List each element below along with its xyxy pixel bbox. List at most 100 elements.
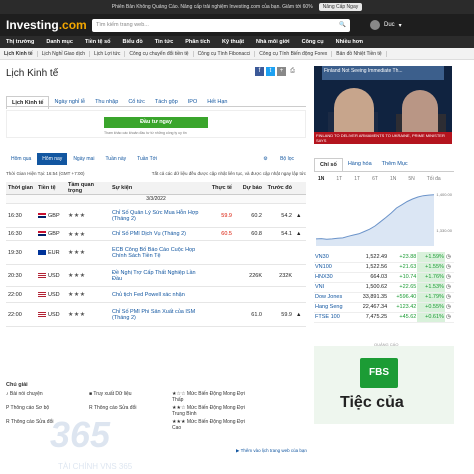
market-name[interactable]: VN100 bbox=[314, 262, 354, 273]
tab-earnings[interactable]: Thu nhập bbox=[90, 96, 123, 109]
video-player[interactable]: Finland Not Seeing Immediate Th... FINLA… bbox=[314, 66, 452, 144]
current-time[interactable]: Thời Gian Hiện Tại: 16:54 (GMT +7:00) bbox=[6, 171, 84, 176]
range-option[interactable]: 1T bbox=[354, 176, 360, 182]
market-row[interactable]: Dow Jones 33,891.35 +596.40 +1.79% ◷ bbox=[314, 292, 454, 303]
timezone-bar: Thời Gian Hiện Tại: 16:54 (GMT +7:00) Tấ… bbox=[6, 171, 306, 176]
subnav-item[interactable]: Công cụ chuyển đổi tiền tệ bbox=[125, 50, 194, 57]
table-row[interactable]: 20:30 USD ★★★ Đề Nghị Trợ Cấp Thất Nghiệ… bbox=[6, 264, 306, 287]
event-name[interactable]: Chỉ Số PMI Dịch Vụ (Tháng 2) bbox=[110, 227, 204, 241]
event-time: 22:00 bbox=[6, 302, 36, 327]
nav-item[interactable]: Kỹ thuật bbox=[216, 39, 250, 45]
nav-item[interactable]: Nhà môi giới bbox=[250, 39, 296, 45]
market-name[interactable]: HNX30 bbox=[314, 272, 354, 283]
nav-item[interactable]: Biểu đồ bbox=[117, 39, 149, 45]
bell-icon[interactable]: ▲ bbox=[294, 302, 306, 327]
tab-commodities[interactable]: Hàng hóa bbox=[343, 158, 377, 171]
event-name[interactable]: Chỉ Số PMI Phi Sản Xuất của ISM (Tháng 2… bbox=[110, 302, 204, 327]
market-row[interactable]: FTSE 100 7,475.25 +45.62 +0.61% ◷ bbox=[314, 312, 454, 323]
search-icon[interactable]: 🔍 bbox=[339, 22, 346, 28]
share-icon[interactable]: + bbox=[277, 67, 286, 76]
invest-now-button[interactable]: Đầu tư ngay bbox=[104, 117, 208, 128]
market-last: 33,891.35 bbox=[353, 292, 389, 303]
subnav-item[interactable]: Lịch Lợi tức bbox=[90, 50, 126, 57]
range-option[interactable]: 5N bbox=[408, 176, 414, 182]
event-forecast: 60.8 bbox=[234, 227, 264, 241]
user-menu[interactable]: Duc ▾ bbox=[370, 20, 402, 30]
subnav-item[interactable]: Lịch Nghỉ Giao dịch bbox=[38, 50, 90, 57]
tab-today[interactable]: Hôm nay bbox=[37, 153, 68, 165]
filter-button[interactable]: ⚙ Bộ lọc bbox=[253, 153, 305, 165]
nav-item[interactable]: Thị trường bbox=[0, 39, 40, 45]
market-name[interactable]: Dow Jones bbox=[314, 292, 354, 303]
nav-item[interactable]: Nhiều hơn bbox=[330, 39, 369, 45]
page-title: Lịch Kinh tế bbox=[6, 68, 59, 79]
subnav-item[interactable]: Công cụ Tính Fibonacci bbox=[194, 50, 256, 57]
us-flag-icon bbox=[38, 272, 46, 278]
ad-headline: Tiệc của bbox=[340, 394, 404, 411]
col-event: Sự kiện bbox=[110, 182, 204, 195]
tab-expiration[interactable]: Hết Hạn bbox=[202, 96, 232, 109]
nav-item[interactable]: Phân tích bbox=[179, 39, 216, 45]
subnav-item[interactable]: Lịch Kinh tế bbox=[0, 50, 38, 57]
tab-holidays[interactable]: Ngày nghỉ lễ bbox=[49, 96, 90, 109]
market-name[interactable]: Hang Seng bbox=[314, 302, 354, 313]
tab-economic-calendar[interactable]: Lịch Kinh tế bbox=[6, 96, 50, 109]
market-row[interactable]: VNI 1,500.62 +22.65 +1.53% ◷ bbox=[314, 282, 454, 293]
table-row[interactable]: 22:00 USD ★★★ Chỉ Số PMI Phi Sản Xuất củ… bbox=[6, 302, 306, 327]
market-pct: +1.55% bbox=[417, 262, 445, 273]
subnav-item[interactable]: Bản đồ Nhiệt Tiền tệ bbox=[332, 50, 387, 57]
clock-icon: ◷ bbox=[444, 302, 454, 313]
site-logo[interactable]: Investing.com bbox=[6, 18, 87, 32]
table-row[interactable]: 16:30 GBP ★★★ Chỉ Số Quản Lý Sức Mua Hỗn… bbox=[6, 203, 306, 228]
nav-item[interactable]: Tin tức bbox=[149, 39, 180, 45]
tab-next-week[interactable]: Tuần Tới bbox=[132, 153, 162, 165]
print-icon[interactable]: ⎙ bbox=[288, 67, 297, 76]
tab-more[interactable]: Thêm Mục bbox=[377, 158, 413, 171]
twitter-icon[interactable]: t bbox=[266, 67, 275, 76]
market-row[interactable]: HNX30 664.03 +10.74 +1.76% ◷ bbox=[314, 272, 454, 283]
nav-item[interactable]: Công cụ bbox=[296, 39, 330, 45]
table-row[interactable]: 19:30 EUR ★★★ ECB Công Bố Báo Cáo Cuộc H… bbox=[6, 240, 306, 265]
range-option[interactable]: Tối đa bbox=[427, 176, 441, 182]
event-name[interactable]: Chỉ Số Quản Lý Sức Mua Hỗn Hợp (Tháng 2) bbox=[110, 203, 204, 228]
event-name[interactable]: Chủ tịch Fed Powell xác nhận bbox=[110, 286, 204, 303]
range-option[interactable]: 1N bbox=[318, 176, 324, 182]
event-name[interactable]: ECB Công Bố Báo Cáo Cuộc Họp Chính Sách … bbox=[110, 240, 204, 265]
facebook-icon[interactable]: f bbox=[255, 67, 264, 76]
tab-ipo[interactable]: IPO bbox=[183, 96, 202, 109]
tab-this-week[interactable]: Tuần này bbox=[100, 153, 131, 165]
range-option[interactable]: 1T bbox=[336, 176, 342, 182]
tab-dividends[interactable]: Cổ tức bbox=[123, 96, 150, 109]
nav-item[interactable]: Danh mục bbox=[40, 39, 79, 45]
tab-indices[interactable]: Chỉ số bbox=[314, 158, 343, 171]
market-change: +596.40 bbox=[388, 292, 418, 303]
tab-splits[interactable]: Tách gộp bbox=[150, 96, 183, 109]
subnav-item[interactable]: Công cụ Tính Biến động Forex bbox=[255, 50, 333, 57]
legend-item: ■ Truy xuất Dữ liệu bbox=[89, 391, 132, 397]
bell-icon[interactable]: ▲ bbox=[294, 227, 306, 241]
market-row[interactable]: VN30 1,522.49 +23.88 +1.59% ◷ bbox=[314, 252, 454, 263]
search-input[interactable]: Tìm kiếm trang web... 🔍 bbox=[92, 18, 350, 32]
event-currency: USD bbox=[36, 264, 66, 287]
add-calendar-link[interactable]: ▶ Thêm vào lịch trang web của bạn bbox=[236, 448, 307, 454]
market-row[interactable]: VN100 1,522.56 +21.63 +1.55% ◷ bbox=[314, 262, 454, 273]
market-name[interactable]: VNI bbox=[314, 282, 354, 293]
market-name[interactable]: FTSE 100 bbox=[314, 312, 354, 323]
upgrade-button[interactable]: Nâng Cấp Ngay bbox=[318, 3, 363, 11]
table-row[interactable]: 22:00 USD ★★★ Chủ tịch Fed Powell xác nh… bbox=[6, 286, 306, 303]
tab-yesterday[interactable]: Hôm qua bbox=[6, 153, 36, 165]
fbs-ad[interactable]: FBS Tiệc của bbox=[314, 346, 454, 424]
range-option[interactable]: 1N bbox=[390, 176, 396, 182]
chevron-down-icon: ▾ bbox=[398, 22, 402, 29]
bell-icon[interactable]: ▲ bbox=[294, 203, 306, 228]
clock-icon: ◷ bbox=[444, 252, 454, 263]
promo-text: Phiên Bản Không Quảng Cáo. Nâng cấp trải… bbox=[111, 4, 313, 10]
nav-item[interactable]: Tiền tệ số bbox=[79, 39, 117, 45]
table-row[interactable]: 16:30 GBP ★★★ Chỉ Số PMI Dịch Vụ (Tháng … bbox=[6, 227, 306, 241]
update-note: Tất cả các dữ liệu đều được cập nhật liê… bbox=[151, 171, 306, 176]
event-name[interactable]: Đề Nghị Trợ Cấp Thất Nghiệp Lần Đầu bbox=[110, 264, 204, 287]
range-option[interactable]: 6T bbox=[372, 176, 378, 182]
market-row[interactable]: Hang Seng 22,467.34 +123.42 +0.55% ◷ bbox=[314, 302, 454, 313]
market-name[interactable]: VN30 bbox=[314, 252, 354, 263]
tab-tomorrow[interactable]: Ngày mai bbox=[68, 153, 99, 165]
